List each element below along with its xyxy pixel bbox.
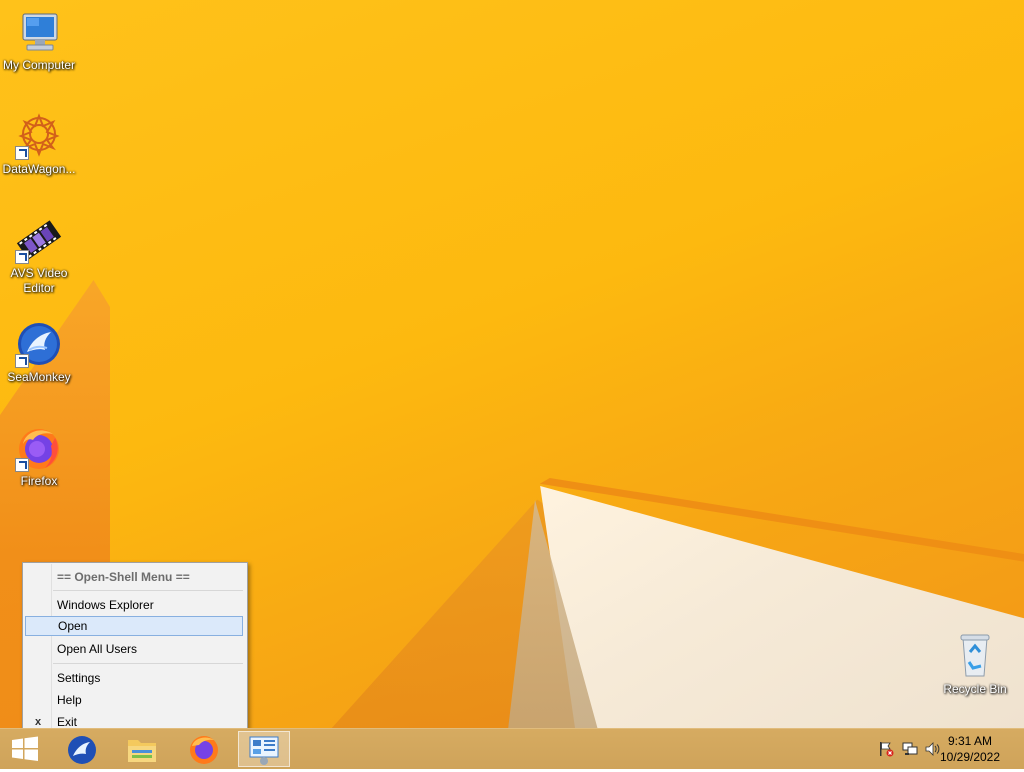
desktop-icon-label: My Computer [2, 58, 76, 72]
taskbar: 9:31 AM 10/29/2022 [0, 728, 1024, 769]
taskbar-open-shell[interactable] [238, 731, 290, 767]
desktop[interactable]: My Computer DataWagon... AVS Video Edito… [0, 0, 1024, 728]
menu-item-exit[interactable]: x Exit [25, 712, 243, 728]
desktop-icon-datawagon[interactable]: DataWagon... [0, 112, 78, 177]
start-button[interactable] [0, 731, 52, 767]
shortcut-arrow-icon [15, 146, 29, 160]
menu-header: == Open-Shell Menu == [57, 570, 190, 584]
menu-separator [53, 590, 243, 591]
open-shell-context-menu: == Open-Shell Menu == Windows Explorer O… [22, 562, 248, 728]
firefox-icon [15, 424, 63, 472]
desktop-icon-label: DataWagon... [2, 162, 76, 176]
menu-separator [53, 663, 243, 664]
menu-item-windows-explorer[interactable]: Windows Explorer [25, 595, 243, 615]
control-panel-icon [249, 736, 279, 765]
film-icon [15, 216, 63, 264]
clock-date: 10/29/2022 [939, 750, 1001, 764]
seamonkey-icon [68, 736, 96, 764]
clock[interactable]: 9:31 AM 10/29/2022 [930, 733, 1010, 765]
taskbar-firefox[interactable] [178, 731, 230, 767]
desktop-icon-label: SeaMonkey [7, 370, 71, 384]
shortcut-arrow-icon [15, 458, 29, 472]
taskbar-file-explorer[interactable] [116, 731, 168, 767]
firefox-icon [190, 736, 218, 764]
exit-mark-icon: x [35, 716, 42, 728]
taskbar-seamonkey[interactable] [56, 731, 108, 767]
desktop-icon-label: Recycle Bin [943, 682, 1007, 696]
seamonkey-icon [15, 320, 63, 368]
menu-item-settings[interactable]: Settings [25, 668, 243, 688]
datawagon-icon [15, 112, 63, 160]
clock-time: 9:31 AM [947, 734, 993, 748]
windows-logo-icon [12, 736, 38, 761]
desktop-icon-recycle-bin[interactable]: Recycle Bin [936, 632, 1014, 697]
menu-item-open[interactable]: Open [25, 616, 243, 636]
shortcut-arrow-icon [15, 354, 29, 368]
menu-item-help[interactable]: Help [25, 690, 243, 710]
computer-icon [15, 8, 63, 56]
shortcut-arrow-icon [15, 250, 29, 264]
folder-icon [128, 740, 156, 762]
action-center-flag-icon[interactable] [878, 741, 894, 757]
desktop-icon-seamonkey[interactable]: SeaMonkey [0, 320, 78, 385]
network-icon[interactable] [902, 741, 918, 757]
desktop-icon-my-computer[interactable]: My Computer [0, 8, 78, 73]
menu-item-open-all-users[interactable]: Open All Users [25, 639, 243, 659]
recycle-bin-icon [951, 632, 999, 680]
desktop-icon-label: AVS Video Editor [10, 266, 68, 295]
menu-item-label: Exit [57, 715, 78, 728]
desktop-icon-label: Firefox [20, 474, 58, 488]
system-tray: 9:31 AM 10/29/2022 [864, 729, 1024, 769]
desktop-icon-avs-video-editor[interactable]: AVS Video Editor [0, 216, 78, 296]
desktop-icon-firefox[interactable]: Firefox [0, 424, 78, 489]
